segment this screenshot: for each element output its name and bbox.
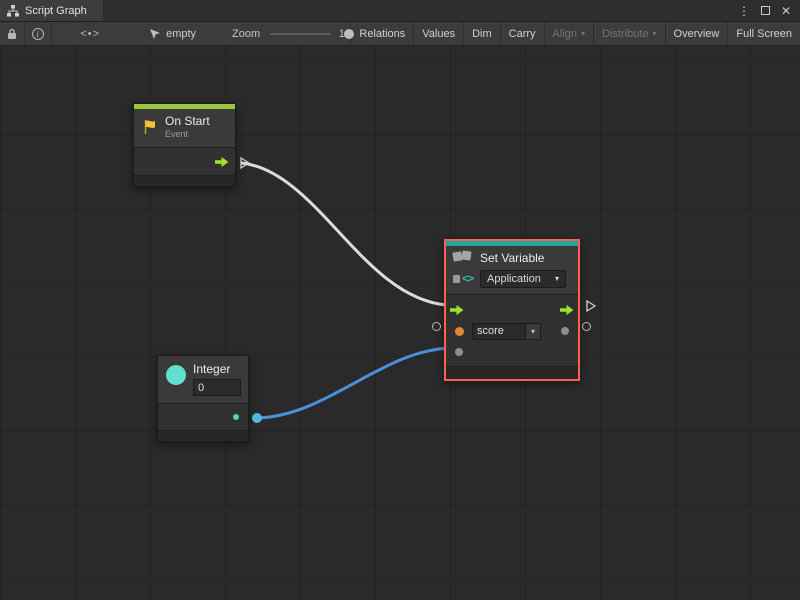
control-output-port[interactable] (560, 305, 574, 315)
lock-icon[interactable] (0, 22, 24, 45)
input-connector-circle[interactable] (432, 322, 441, 331)
chevron-down-icon: ▾ (581, 30, 585, 38)
empty-label: empty (166, 28, 196, 40)
trigger-out-connector[interactable] (239, 156, 251, 173)
button-align[interactable]: Align▾ (544, 22, 593, 45)
chevron-down-icon: ▾ (531, 327, 535, 336)
node-subtitle: Event (165, 129, 210, 139)
integer-type-icon (166, 365, 186, 385)
node-title: On Start (165, 114, 210, 128)
integer-value-field[interactable]: 0 (193, 379, 241, 396)
window-titlebar: Script Graph ⋮ ✕ (0, 0, 800, 22)
button-distribute[interactable]: Distribute▾ (593, 22, 664, 45)
node-footer (158, 430, 248, 441)
button-overview[interactable]: Overview (665, 22, 728, 45)
variable-name-field[interactable]: score (472, 323, 526, 340)
graph-toolbar: i <•> empty Zoom 1x Relations Values Dim… (0, 22, 800, 46)
flag-icon (142, 119, 158, 135)
graph-icon (7, 5, 19, 17)
integer-out-connector[interactable] (252, 413, 262, 423)
zoom-slider[interactable] (270, 33, 331, 35)
chevron-down-icon: ▾ (653, 30, 657, 38)
value-output-port[interactable] (561, 327, 569, 335)
node-footer (446, 366, 578, 379)
toolbar-separator (51, 22, 52, 45)
integer-output-port[interactable] (233, 414, 239, 420)
button-full-screen[interactable]: Full Screen (727, 22, 800, 45)
close-icon[interactable]: ✕ (781, 5, 791, 17)
variable-code-icon: <> (453, 273, 473, 285)
window-title: Script Graph (25, 5, 87, 17)
variable-name-dropdown-button[interactable]: ▾ (526, 323, 541, 340)
trigger-out-connector[interactable] (585, 299, 597, 316)
graph-canvas[interactable] (0, 46, 800, 600)
node-integer[interactable]: Integer 0 (157, 355, 249, 442)
toolbar-buttons: Relations Values Dim Carry Align▾ Distri… (350, 22, 800, 45)
cursor-icon (149, 28, 161, 40)
zoom-slider-handle[interactable] (344, 29, 354, 39)
variable-scope-dropdown[interactable]: Application ▾ (480, 270, 566, 288)
scope-value: Application (487, 273, 541, 285)
zoom-label: Zoom (232, 28, 260, 40)
node-footer (134, 175, 235, 186)
selection-info: empty (149, 28, 196, 40)
button-dim[interactable]: Dim (463, 22, 500, 45)
button-relations[interactable]: Relations (350, 22, 413, 45)
node-set-variable[interactable]: Set Variable <> Application ▾ scor (444, 239, 580, 381)
code-view-icon[interactable]: <•> (73, 22, 107, 45)
button-carry[interactable]: Carry (500, 22, 544, 45)
variable-name-port[interactable] (455, 327, 464, 336)
control-input-port[interactable] (450, 305, 464, 315)
control-output-port[interactable] (215, 157, 229, 167)
tab-script-graph[interactable]: Script Graph (0, 0, 103, 21)
node-title: Set Variable (480, 251, 544, 265)
integer-value: 0 (198, 382, 204, 394)
output-connector-circle[interactable] (582, 322, 591, 331)
node-title: Integer (193, 362, 241, 376)
maximize-icon[interactable] (761, 6, 770, 15)
variables-icon (453, 251, 473, 265)
button-values[interactable]: Values (413, 22, 463, 45)
info-icon[interactable]: i (25, 22, 51, 45)
value-input-port[interactable] (455, 348, 463, 356)
variable-name-value: score (477, 325, 504, 337)
menu-dots-icon[interactable]: ⋮ (738, 5, 750, 17)
node-on-start[interactable]: On Start Event (133, 103, 236, 187)
chevron-down-icon: ▾ (555, 275, 559, 283)
